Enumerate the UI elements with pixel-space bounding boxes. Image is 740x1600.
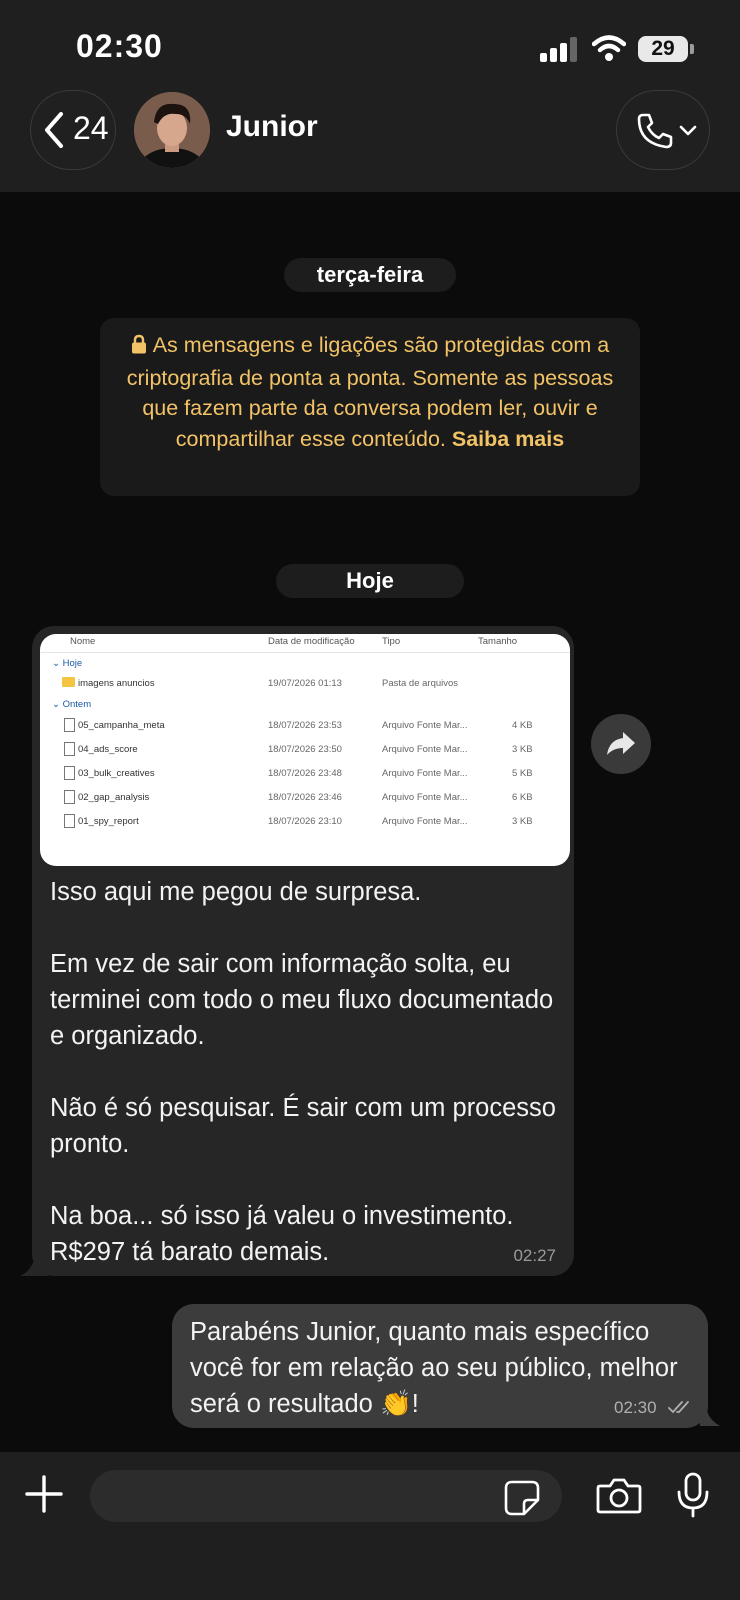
forward-button[interactable]	[591, 714, 651, 774]
column-header: Tamanho	[478, 636, 518, 647]
file-size: 5 KB	[512, 768, 533, 779]
read-receipt-icon	[668, 1401, 689, 1414]
file-date: 18/07/2026 23:46	[268, 792, 342, 803]
incoming-message[interactable]: Nome Data de modificação Tipo Tamanho ⌄ …	[32, 626, 574, 1276]
file-icon	[64, 766, 75, 780]
message-time: 02:30	[614, 1398, 657, 1417]
learn-more-link[interactable]: Saiba mais	[452, 427, 564, 451]
file-row[interactable]: imagens anuncios 19/07/2026 01:13 Pasta …	[40, 676, 570, 694]
file-date: 18/07/2026 23:10	[268, 816, 342, 827]
file-name: 03_bulk_creatives	[78, 768, 155, 779]
attachment-image[interactable]: Nome Data de modificação Tipo Tamanho ⌄ …	[40, 634, 570, 866]
file-type: Arquivo Fonte Mar...	[382, 720, 468, 731]
phone-icon	[637, 113, 673, 149]
message-input[interactable]	[90, 1470, 562, 1522]
file-name: 01_spy_report	[78, 816, 139, 827]
encryption-notice[interactable]: As mensagens e ligações são protegidas c…	[100, 318, 640, 496]
contact-name[interactable]: Junior	[226, 110, 318, 144]
file-date: 18/07/2026 23:48	[268, 768, 342, 779]
column-header: Data de modificação	[268, 636, 355, 647]
file-icon	[64, 790, 75, 804]
file-type: Pasta de arquivos	[382, 678, 459, 689]
cellular-signal-icon	[540, 36, 580, 62]
file-size: 6 KB	[512, 792, 533, 803]
date-separator-today: Hoje	[276, 564, 464, 598]
plus-icon[interactable]	[24, 1474, 64, 1514]
file-date: 18/07/2026 23:53	[268, 720, 342, 731]
call-button[interactable]	[616, 90, 710, 170]
unread-count: 24	[73, 110, 109, 146]
file-type: Arquivo Fonte Mar...	[382, 744, 468, 755]
file-name: 02_gap_analysis	[78, 792, 150, 803]
file-type: Arquivo Fonte Mar...	[382, 792, 468, 803]
file-icon	[64, 742, 75, 756]
avatar[interactable]	[134, 92, 210, 168]
file-icon	[64, 814, 75, 828]
chevron-left-icon	[45, 112, 63, 148]
file-size: 3 KB	[512, 816, 533, 827]
file-type: Arquivo Fonte Mar...	[382, 768, 468, 779]
file-name: 04_ads_score	[78, 744, 138, 755]
file-date: 18/07/2026 23:50	[268, 744, 342, 755]
group-label: ⌄ Ontem	[52, 699, 92, 710]
composer-bar	[0, 1452, 740, 1600]
file-name: 05_campanha_meta	[78, 720, 165, 731]
file-icon	[64, 718, 75, 732]
camera-icon[interactable]	[596, 1476, 642, 1516]
date-separator: terça-feira	[284, 258, 456, 292]
folder-icon	[62, 677, 75, 687]
column-header: Nome	[70, 636, 96, 647]
wifi-icon	[592, 35, 626, 61]
file-row[interactable]: 02_gap_analysis 18/07/2026 23:46 Arquivo…	[40, 790, 570, 808]
group-label: ⌄ Hoje	[52, 658, 83, 669]
lock-icon	[131, 332, 147, 363]
outgoing-message[interactable]: Parabéns Junior, quanto mais específico …	[172, 1304, 708, 1428]
file-name: imagens anuncios	[78, 678, 155, 689]
file-size: 3 KB	[512, 744, 533, 755]
header-bar: 02:30 29 24 Junior	[0, 0, 740, 192]
microphone-icon[interactable]	[676, 1472, 710, 1518]
forward-arrow-icon	[607, 732, 635, 755]
chevron-down-icon	[679, 125, 697, 136]
column-header: Tipo	[382, 636, 401, 647]
battery-icon: 29	[638, 36, 694, 62]
status-time: 02:30	[76, 28, 163, 64]
message-time: 02:27	[513, 1246, 556, 1265]
file-date: 19/07/2026 01:13	[268, 678, 342, 689]
file-row[interactable]: 03_bulk_creatives 18/07/2026 23:48 Arqui…	[40, 766, 570, 784]
sticker-icon[interactable]	[504, 1480, 540, 1516]
message-text: Isso aqui me pegou de surpresa. Em vez d…	[50, 878, 556, 1266]
file-row[interactable]: 05_campanha_meta 18/07/2026 23:53 Arquiv…	[40, 718, 570, 736]
back-button[interactable]: 24	[30, 90, 116, 170]
file-row[interactable]: 04_ads_score 18/07/2026 23:50 Arquivo Fo…	[40, 742, 570, 760]
file-size: 4 KB	[512, 720, 533, 731]
file-row[interactable]: 01_spy_report 18/07/2026 23:10 Arquivo F…	[40, 814, 570, 832]
file-type: Arquivo Fonte Mar...	[382, 816, 468, 827]
